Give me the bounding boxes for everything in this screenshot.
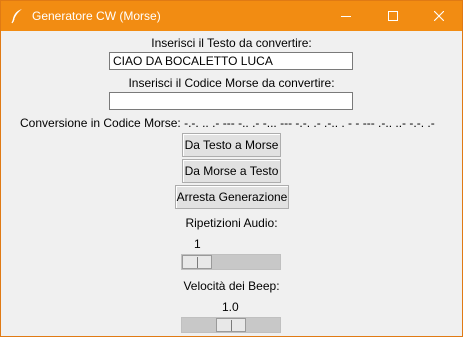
morse-to-text-button[interactable]: Da Morse a Testo <box>182 159 281 183</box>
repetitions-value: 1 <box>194 237 201 251</box>
morse-input-label: Inserisci il Codice Morse da convertire: <box>128 76 335 90</box>
minimize-button[interactable] <box>323 1 369 31</box>
stop-generation-button[interactable]: Arresta Generazione <box>175 185 289 209</box>
close-button[interactable] <box>416 1 462 31</box>
repetitions-scale[interactable] <box>181 254 281 270</box>
maximize-icon <box>388 11 398 21</box>
feather-icon <box>11 9 22 24</box>
title-bar[interactable]: Generatore CW (Morse) <box>1 1 462 31</box>
speed-label: Velocità dei Beep: <box>183 279 280 293</box>
repetitions-label: Ripetizioni Audio: <box>185 216 278 230</box>
conversion-output: Conversione in Codice Morse: -.-. .. .- … <box>20 116 460 130</box>
app-window: Generatore CW (Morse) Inserisci il Testo… <box>0 0 463 337</box>
minimize-icon <box>341 16 351 17</box>
speed-slider-handle[interactable] <box>216 318 246 332</box>
repetitions-slider-handle[interactable] <box>182 255 212 269</box>
speed-value: 1.0 <box>222 300 239 314</box>
conversion-label: Conversione in Codice Morse: <box>20 116 181 130</box>
speed-scale[interactable] <box>181 317 281 333</box>
close-icon <box>434 11 444 21</box>
morse-input[interactable] <box>109 92 353 110</box>
window-title: Generatore CW (Morse) <box>32 9 161 23</box>
maximize-button[interactable] <box>370 1 416 31</box>
text-input-label: Inserisci il Testo da convertire: <box>151 36 312 50</box>
text-input[interactable] <box>109 52 353 70</box>
conversion-value: -.-. .. .- --- -.. .- -... --- -.-. .- .… <box>184 116 435 130</box>
text-to-morse-button[interactable]: Da Testo a Morse <box>182 133 281 157</box>
